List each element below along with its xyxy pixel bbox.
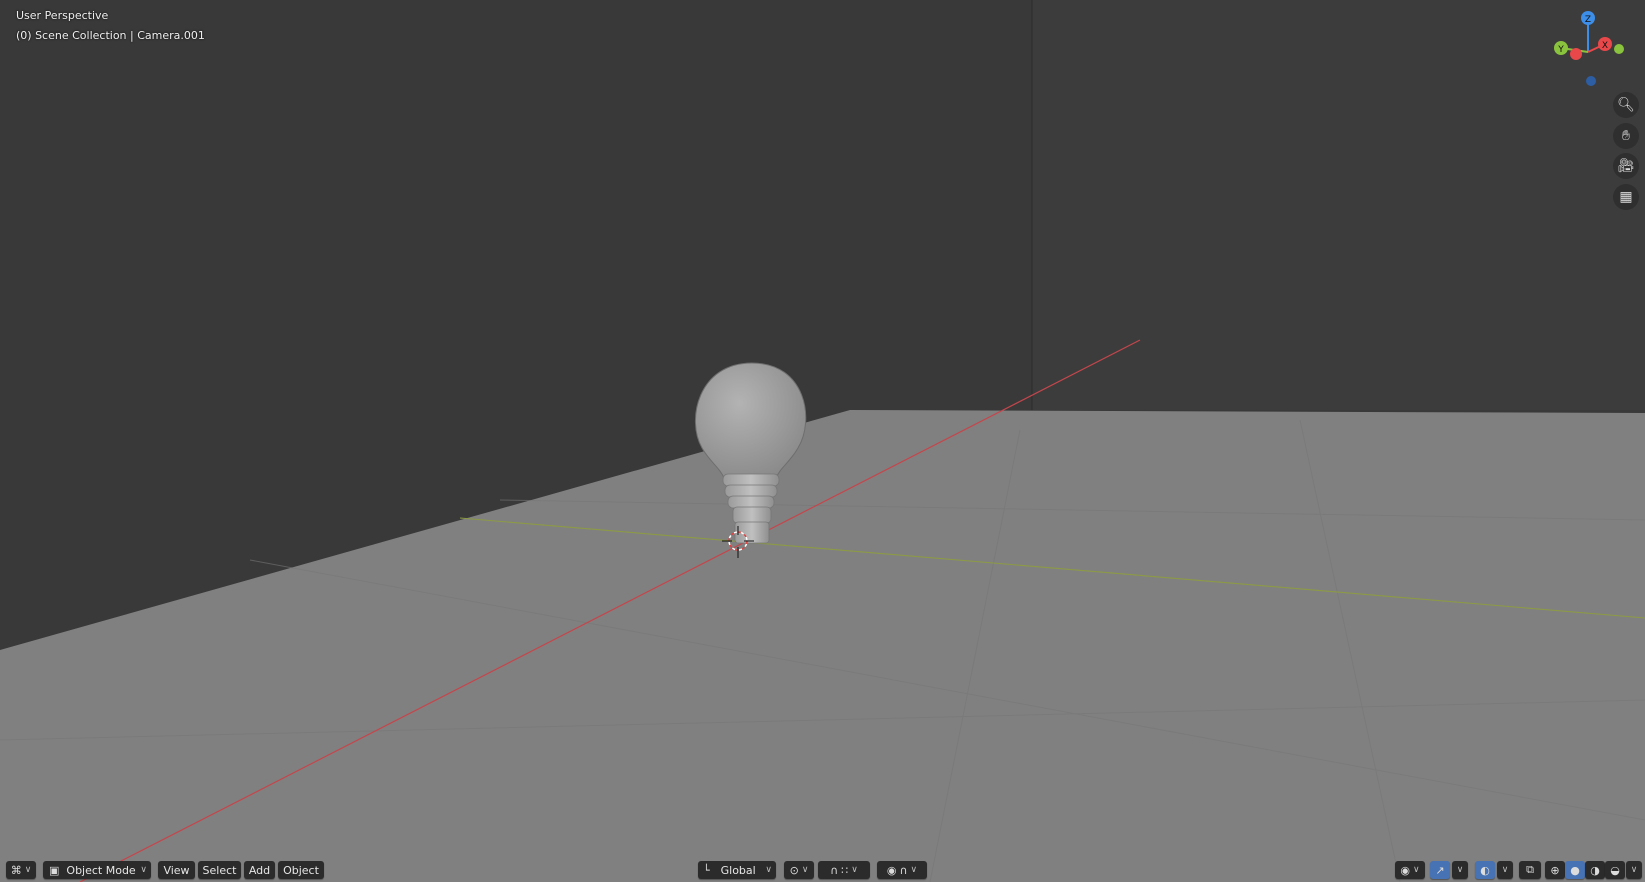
editor-type-button[interactable]: ⌘ ∨ [6,861,36,879]
zoom-button[interactable]: 🔍︎ [1613,92,1639,118]
neg-y-axis-handle [1614,44,1624,54]
transform-orientation-dropdown[interactable]: └ Global ∨ [698,861,776,879]
y-axis-label: Y [1557,45,1564,55]
neg-x-axis-handle [1570,48,1582,60]
object-mode-icon: ▣ [49,863,60,877]
gizmo-arrow-icon: ↗ [1435,863,1445,877]
overlay-icon: ◐ [1480,863,1490,877]
3d-viewport[interactable]: User Perspective (0) Scene Collection | … [0,0,1645,882]
proportional-edit-icon: ◉ [886,863,897,877]
ortho-grid-icon: ▦ [1619,189,1633,205]
solid-icon: ● [1570,863,1580,877]
shading-solid-button[interactable]: ● [1565,861,1585,879]
chevron-down-icon: ∨ [1456,865,1464,875]
chevron-down-icon: ∨ [1630,865,1638,875]
proportional-editing-controls[interactable]: ◉ ∩ ∨ [877,861,927,879]
x-axis-label: X [1602,41,1608,51]
pivot-point-dropdown[interactable]: ⊙ ∨ [784,861,814,879]
3d-viewport-icon: ⌘ [10,863,22,877]
material-icon: ◑ [1590,863,1600,877]
rendered-icon: ◒ [1610,863,1620,877]
gizmo-options-dropdown[interactable]: ∨ [1452,861,1468,879]
xray-toggle-button[interactable]: ⧉ [1519,861,1541,879]
camera-view-icon: 🎥︎ [1617,158,1635,174]
chevron-down-icon: ∨ [910,865,918,875]
menu-add[interactable]: Add [244,861,275,879]
shading-wireframe-button[interactable]: ⊕ [1545,861,1565,879]
wireframe-icon: ⊕ [1550,863,1560,877]
menu-object[interactable]: Object [278,861,324,879]
overlay-toggle-button[interactable]: ◐ [1475,861,1495,879]
mode-label: Object Mode [66,863,136,877]
mode-dropdown[interactable]: ▣ Object Mode ∨ [43,861,151,879]
menu-view[interactable]: View [158,861,195,879]
shading-material-button[interactable]: ◑ [1585,861,1605,879]
collection-object-label: (0) Scene Collection | Camera.001 [16,29,205,42]
gizmo-toggle-button[interactable]: ↗ [1430,861,1450,879]
shading-rendered-button[interactable]: ◒ [1605,861,1625,879]
neg-z-axis-handle [1586,76,1596,86]
chevron-down-icon: ∨ [801,865,809,875]
orientation-label: Global [720,863,756,877]
chevron-down-icon: ∨ [24,865,32,875]
zoom-icon: 🔍︎ [1617,97,1635,113]
xray-icon: ⧉ [1526,863,1534,876]
shading-options-dropdown[interactable]: ∨ [1626,861,1642,879]
snap-increment-icon: ∷ [841,863,849,877]
orientation-axes-icon: └ [703,863,710,877]
pivot-icon: ⊙ [789,863,799,877]
scene-canvas[interactable] [0,0,1645,882]
chevron-down-icon: ∨ [1501,865,1509,875]
chevron-down-icon: ∨ [765,865,772,875]
snapping-controls[interactable]: ∩ ∷ ∨ [818,861,870,879]
falloff-curve-icon: ∩ [899,863,908,877]
camera-view-button[interactable]: 🎥︎ [1613,153,1639,179]
snap-magnet-icon: ∩ [830,863,839,877]
chevron-down-icon: ∨ [140,865,147,875]
chevron-down-icon: ∨ [1413,865,1420,875]
navigation-gizmo[interactable]: Z X Y [1543,8,1633,92]
overlay-options-dropdown[interactable]: ∨ [1497,861,1513,879]
viewport-header: ⌘ ∨ ▣ Object Mode ∨ View Select Add Objec… [0,858,1645,882]
z-axis-label: Z [1585,15,1591,25]
pan-hand-icon: ✋︎ [1622,128,1630,144]
menu-select[interactable]: Select [198,861,241,879]
pan-button[interactable]: ✋︎ [1613,123,1639,149]
eye-icon: ◉ [1400,863,1410,877]
view-name-label: User Perspective [16,9,109,22]
ortho-toggle-button[interactable]: ▦ [1613,184,1639,210]
object-visibility-dropdown[interactable]: ◉ ∨ [1395,861,1425,879]
chevron-down-icon: ∨ [851,865,858,875]
